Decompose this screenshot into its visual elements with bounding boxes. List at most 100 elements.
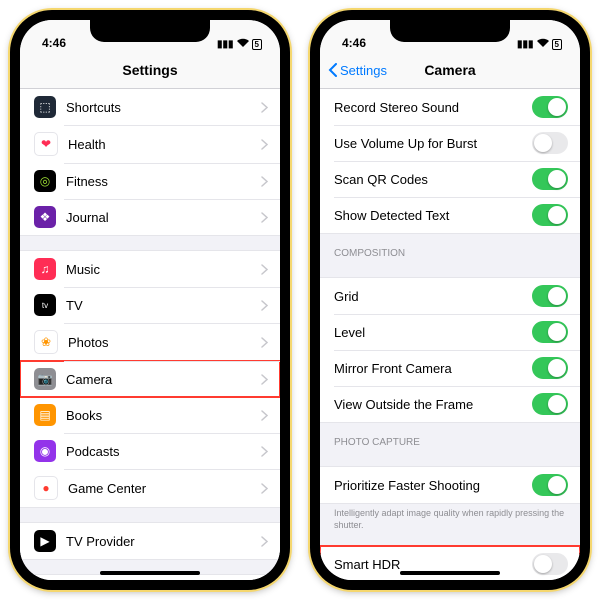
fitness-icon: ◎	[34, 170, 56, 192]
row-label: Books	[66, 408, 261, 423]
toggle-grid[interactable]	[532, 285, 568, 307]
row-label: TV Provider	[66, 534, 261, 549]
row-label: Camera	[66, 372, 261, 387]
page-title: Settings	[122, 62, 177, 78]
journal-icon: ❖	[34, 206, 56, 228]
shortcuts-icon: ⬚	[34, 96, 56, 118]
row-label: Mirror Front Camera	[334, 361, 532, 376]
toggle-show-detected-text[interactable]	[532, 204, 568, 226]
camera-settings-list[interactable]: Record Stereo Sound Use Volume Up for Bur…	[320, 89, 580, 580]
tv-icon: tv	[34, 294, 56, 316]
setting-row-use-volume-up-for-burst[interactable]: Use Volume Up for Burst	[320, 125, 580, 161]
setting-row-mirror-front-camera[interactable]: Mirror Front Camera	[320, 350, 580, 386]
health-icon: ❤︎	[34, 132, 58, 156]
wifi-icon	[237, 38, 249, 50]
chevron-right-icon	[261, 139, 268, 150]
setting-row-record-stereo-sound[interactable]: Record Stereo Sound	[320, 89, 580, 125]
screen-left: 4:46 ▮▮▮ 5 Settings ⬚Shortcuts ❤︎ Health ◎ F…	[20, 20, 280, 580]
section-footer: Intelligently adapt image quality when r…	[320, 504, 580, 531]
section-header: COMPOSITION	[320, 234, 580, 263]
chevron-right-icon	[261, 212, 268, 223]
row-label: Scan QR Codes	[334, 172, 532, 187]
signal-icon: ▮▮▮	[517, 39, 534, 50]
tvprovider-icon: ▶	[34, 530, 56, 552]
settings-list[interactable]: ⬚Shortcuts ❤︎ Health ◎ Fitness ❖Journal ♫ Music…	[20, 89, 280, 580]
toggle-view-outside-the-frame[interactable]	[532, 393, 568, 415]
settings-row-music[interactable]: ♫ Music	[20, 251, 280, 287]
screen-right: 4:46 ▮▮▮ 5 Settings Camera Record Stereo…	[320, 20, 580, 580]
setting-row-smart-hdr[interactable]: Smart HDR	[320, 546, 580, 580]
setting-row-level[interactable]: Level	[320, 314, 580, 350]
toggle-record-stereo-sound[interactable]	[532, 96, 568, 118]
row-label: View Outside the Frame	[334, 397, 532, 412]
back-button[interactable]: Settings	[328, 63, 387, 78]
wifi-icon	[537, 38, 549, 50]
row-label: Prioritize Faster Shooting	[334, 478, 532, 493]
chevron-right-icon	[261, 176, 268, 187]
photos-icon: ❀	[34, 330, 58, 354]
settings-row-photos[interactable]: ❀ Photos	[20, 323, 280, 361]
chevron-right-icon	[261, 483, 268, 494]
status-time: 4:46	[42, 36, 66, 50]
settings-row-shortcuts[interactable]: ⬚Shortcuts	[20, 89, 280, 125]
chevron-right-icon	[261, 337, 268, 348]
row-label: Level	[334, 325, 532, 340]
page-title: Camera	[424, 62, 475, 78]
row-label: Use Volume Up for Burst	[334, 136, 532, 151]
battery-icon: 5	[552, 39, 562, 50]
status-icons: ▮▮▮ 5	[517, 38, 562, 50]
battery-icon: 5	[252, 39, 262, 50]
row-label: Show Detected Text	[334, 208, 532, 223]
settings-row-adda247[interactable]: AAdda247	[20, 575, 280, 580]
status-icons: ▮▮▮ 5	[217, 38, 262, 50]
toggle-prioritize-faster-shooting[interactable]	[532, 474, 568, 496]
row-label: TV	[66, 298, 261, 313]
section-header: PHOTO CAPTURE	[320, 423, 580, 452]
chevron-right-icon	[261, 536, 268, 547]
toggle-mirror-front-camera[interactable]	[532, 357, 568, 379]
settings-row-game-center[interactable]: ●Game Center	[20, 469, 280, 507]
settings-row-tv[interactable]: tv TV	[20, 287, 280, 323]
row-label: Smart HDR	[334, 557, 532, 572]
signal-icon: ▮▮▮	[217, 39, 234, 50]
setting-row-prioritize-faster-shooting[interactable]: Prioritize Faster Shooting	[320, 467, 580, 503]
setting-row-scan-qr-codes[interactable]: Scan QR Codes	[320, 161, 580, 197]
chevron-right-icon	[261, 300, 268, 311]
setting-row-view-outside-the-frame[interactable]: View Outside the Frame	[320, 386, 580, 422]
settings-row-camera[interactable]: 📷 Camera	[20, 361, 280, 397]
row-label: Grid	[334, 289, 532, 304]
settings-row-fitness[interactable]: ◎ Fitness	[20, 163, 280, 199]
settings-row-tv-provider[interactable]: ▶ TV Provider	[20, 523, 280, 559]
row-label: Fitness	[66, 174, 261, 189]
chevron-right-icon	[261, 374, 268, 385]
chevron-left-icon	[328, 63, 338, 77]
row-label: Photos	[68, 335, 261, 350]
row-label: Music	[66, 262, 261, 277]
toggle-use-volume-up-for-burst[interactable]	[532, 132, 568, 154]
status-time: 4:46	[342, 36, 366, 50]
row-label: Health	[68, 137, 261, 152]
settings-row-health[interactable]: ❤︎ Health	[20, 125, 280, 163]
settings-row-journal[interactable]: ❖Journal	[20, 199, 280, 235]
phone-right: 4:46 ▮▮▮ 5 Settings Camera Record Stereo…	[310, 10, 590, 590]
notch	[390, 20, 510, 42]
toggle-smart-hdr[interactable]	[532, 553, 568, 575]
settings-row-podcasts[interactable]: ◉Podcasts	[20, 433, 280, 469]
toggle-scan-qr-codes[interactable]	[532, 168, 568, 190]
gamecenter-icon: ●	[34, 476, 58, 500]
home-indicator[interactable]	[100, 571, 200, 575]
settings-row-books[interactable]: ▤ Books	[20, 397, 280, 433]
setting-row-show-detected-text[interactable]: Show Detected Text	[320, 197, 580, 233]
setting-row-grid[interactable]: Grid	[320, 278, 580, 314]
chevron-right-icon	[261, 102, 268, 113]
podcasts-icon: ◉	[34, 440, 56, 462]
phone-left: 4:46 ▮▮▮ 5 Settings ⬚Shortcuts ❤︎ Health ◎ F…	[10, 10, 290, 590]
camera-icon: 📷	[34, 368, 56, 390]
row-label: Record Stereo Sound	[334, 100, 532, 115]
toggle-level[interactable]	[532, 321, 568, 343]
chevron-right-icon	[261, 446, 268, 457]
nav-bar-right: Settings Camera	[320, 52, 580, 89]
music-icon: ♫	[34, 258, 56, 280]
chevron-right-icon	[261, 410, 268, 421]
books-icon: ▤	[34, 404, 56, 426]
